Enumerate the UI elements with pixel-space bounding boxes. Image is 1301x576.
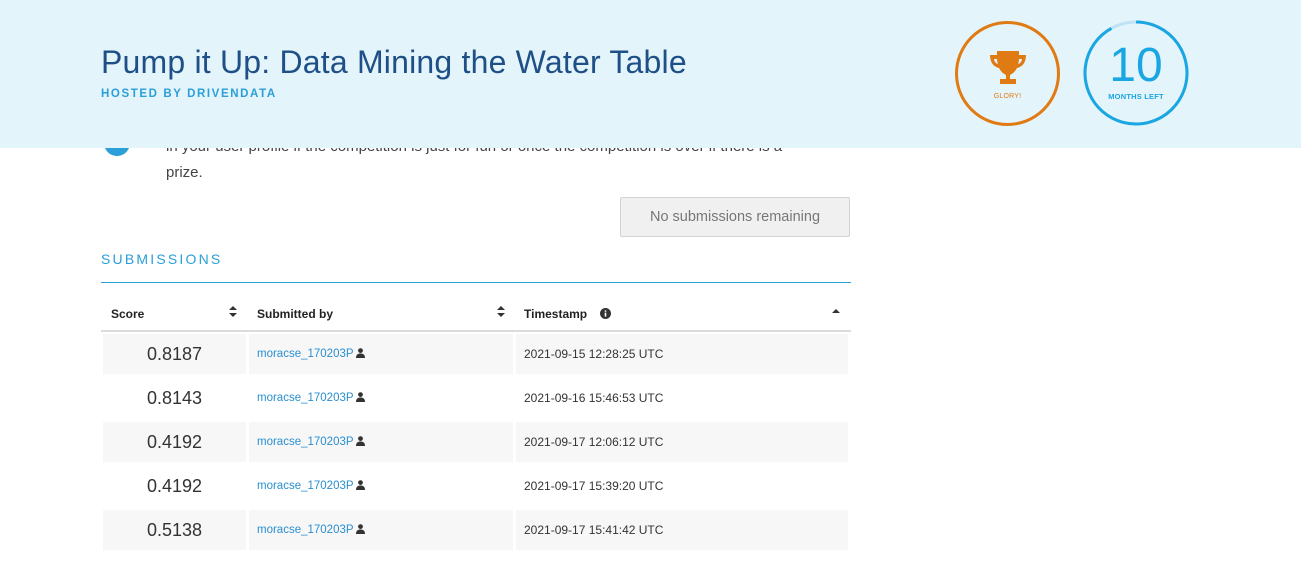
- submissions-table: Score Submitted by Timestamp 0.8187 mora…: [101, 298, 851, 552]
- submitted-by-cell: moracse_170203P: [249, 334, 513, 374]
- score-cell: 0.8143: [147, 388, 203, 408]
- submitted-by-cell: moracse_170203P: [249, 510, 513, 550]
- timestamp-cell: 2021-09-17 15:39:20 UTC: [524, 479, 664, 493]
- months-left-number: 10: [1109, 39, 1163, 92]
- score-cell: 0.5138: [103, 510, 246, 550]
- submissions-heading: SUBMISSIONS: [101, 251, 223, 267]
- submitted-by-cell: moracse_170203P: [249, 466, 513, 506]
- column-header-score[interactable]: Score: [111, 298, 245, 330]
- competition-header: Pump it Up: Data Mining the Water Table …: [0, 0, 1301, 148]
- user-icon: [355, 392, 365, 402]
- user-profile-link[interactable]: moracse_170203P: [257, 480, 354, 492]
- prize-badge: GLORY!: [955, 21, 1060, 126]
- table-header: Score Submitted by Timestamp: [101, 298, 851, 332]
- column-label-score: Score: [111, 307, 145, 321]
- timestamp-cell: 2021-09-17 12:06:12 UTC: [516, 422, 848, 462]
- user-icon: [355, 480, 365, 490]
- sort-ascending-icon: [832, 298, 840, 330]
- trophy-icon: [990, 51, 1026, 84]
- table-row: 0.8143 moracse_170203P 2021-09-16 15:46:53…: [101, 376, 851, 420]
- host-label[interactable]: HOSTED BY DRIVENDATA: [101, 88, 277, 100]
- months-left-label: MONTHS LEFT: [1108, 92, 1164, 101]
- user-icon: [355, 524, 365, 534]
- table-body: 0.8187 moracse_170203P 2021-09-15 12:28:25…: [101, 332, 851, 552]
- score-cell: 0.8187: [103, 334, 246, 374]
- timestamp-cell: 2021-09-17 15:41:42 UTC: [516, 510, 848, 550]
- sort-both-icon: [497, 298, 505, 330]
- submitted-by-cell: moracse_170203P: [249, 422, 513, 462]
- sort-both-icon: [229, 298, 237, 330]
- column-header-submitted-by[interactable]: Submitted by: [257, 298, 509, 330]
- page-title: Pump it Up: Data Mining the Water Table: [101, 44, 687, 80]
- user-icon: [355, 348, 365, 358]
- column-label-timestamp: Timestamp: [524, 307, 588, 321]
- table-row: 0.8187 moracse_170203P 2021-09-15 12:28:25…: [101, 332, 851, 376]
- timestamp-cell: 2021-09-16 15:46:53 UTC: [524, 391, 664, 405]
- no-submissions-button[interactable]: No submissions remaining: [620, 197, 850, 237]
- info-notice-line-2: prize.: [166, 164, 203, 181]
- user-profile-link[interactable]: moracse_170203P: [257, 524, 354, 536]
- prize-label: GLORY!: [993, 93, 1022, 100]
- column-header-timestamp[interactable]: Timestamp: [524, 298, 844, 330]
- user-icon: [355, 436, 365, 446]
- timestamp-cell: 2021-09-15 12:28:25 UTC: [516, 334, 848, 374]
- info-circle-icon[interactable]: [600, 298, 611, 330]
- table-row: 0.4192 moracse_170203P 2021-09-17 15:39:20…: [101, 464, 851, 508]
- submissions-divider: [101, 282, 851, 283]
- user-profile-link[interactable]: moracse_170203P: [257, 392, 354, 404]
- user-profile-link[interactable]: moracse_170203P: [257, 348, 354, 360]
- table-row: 0.5138 moracse_170203P 2021-09-17 15:41:42…: [101, 508, 851, 552]
- time-remaining-badge: 10 MONTHS LEFT: [1083, 20, 1189, 126]
- column-label-submitted-by: Submitted by: [257, 307, 334, 321]
- submitted-by-cell: moracse_170203P: [249, 378, 513, 418]
- table-row: 0.4192 moracse_170203P 2021-09-17 12:06:12…: [101, 420, 851, 464]
- user-profile-link[interactable]: moracse_170203P: [257, 436, 354, 448]
- score-cell: 0.4192: [147, 476, 203, 496]
- score-cell: 0.4192: [103, 422, 246, 462]
